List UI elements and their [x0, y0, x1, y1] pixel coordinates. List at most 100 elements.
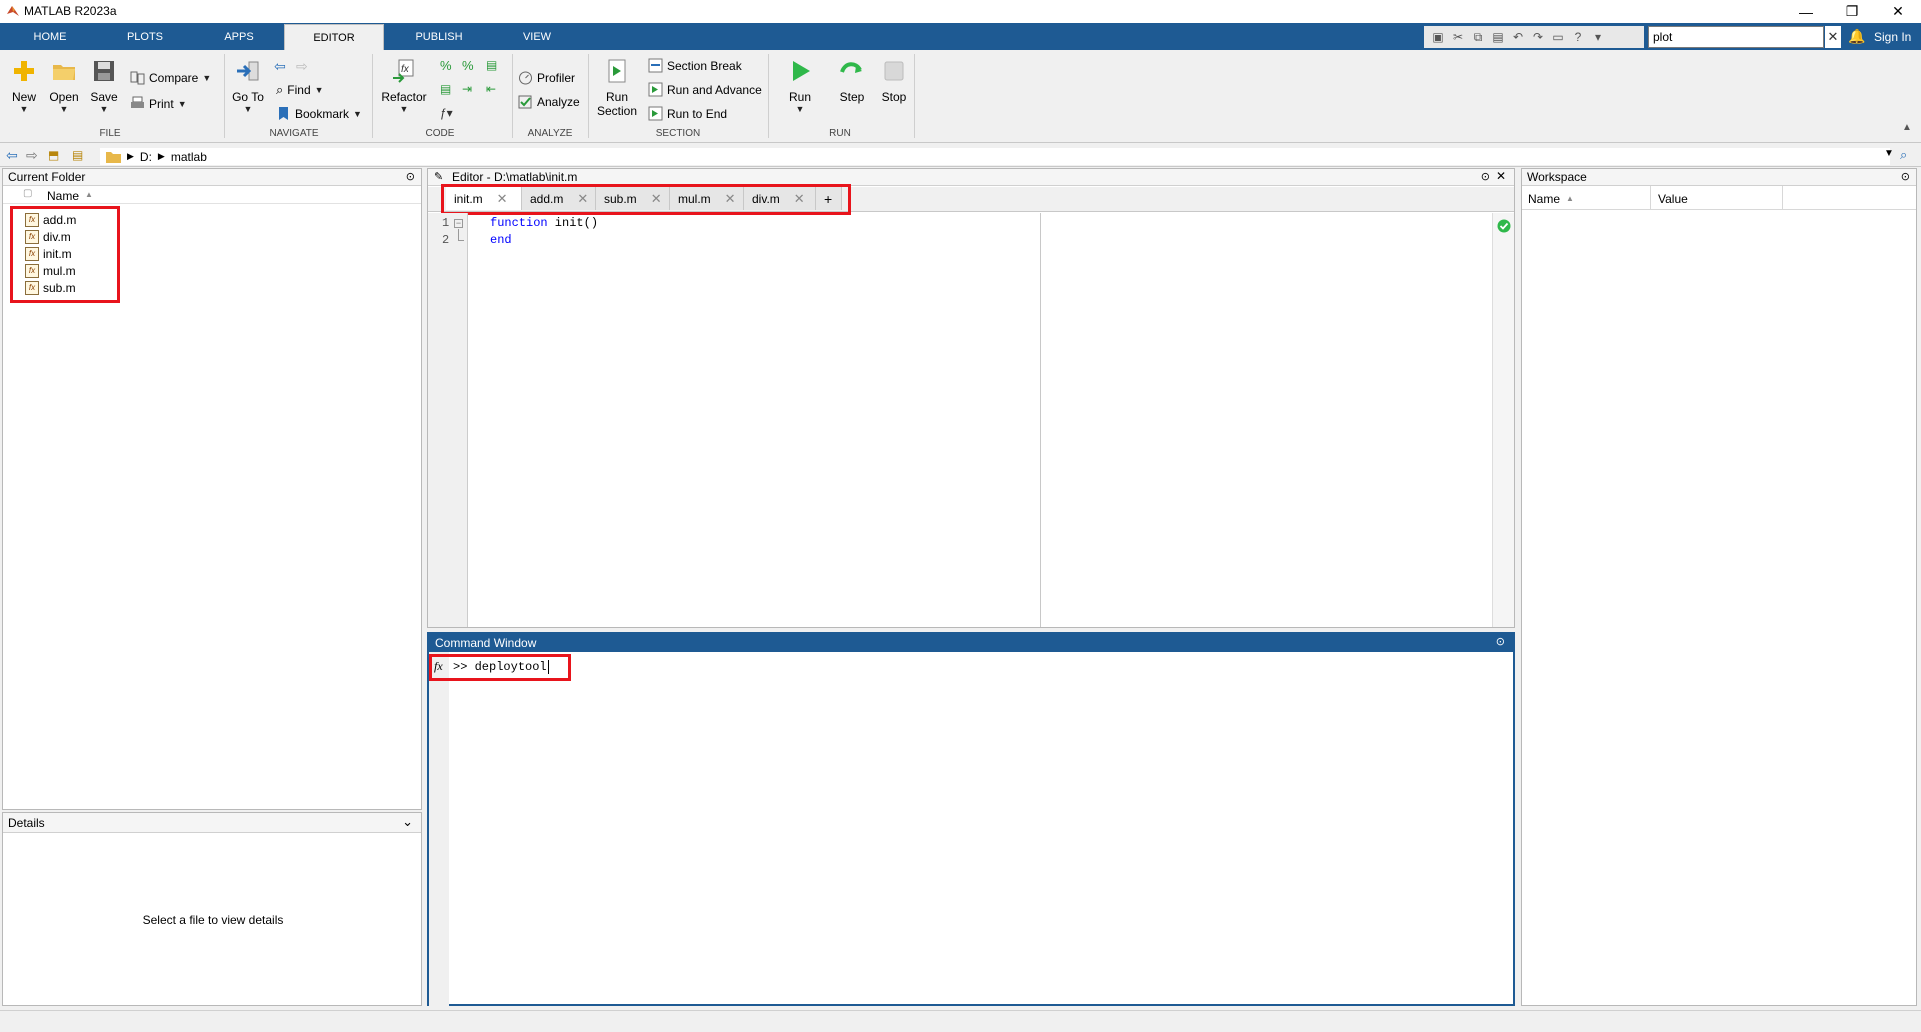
panel-menu-icon[interactable]: ⊙	[1901, 170, 1910, 183]
copy-icon[interactable]: ⧉	[1470, 29, 1486, 45]
tab-home[interactable]: HOME	[15, 23, 85, 50]
new-label: New	[11, 90, 36, 104]
refactor-button[interactable]: fx Refactor ▼	[378, 58, 430, 114]
save-icon[interactable]: ▣	[1430, 29, 1446, 45]
paste-icon[interactable]: ▤	[1490, 29, 1506, 45]
list-item[interactable]: fx init.m	[25, 245, 76, 262]
smart-indent-icon[interactable]: ▤	[440, 82, 451, 96]
path-drive[interactable]: D:	[140, 150, 152, 164]
step-button[interactable]: Step	[832, 58, 872, 104]
panel-header: Details ⌄	[3, 813, 421, 833]
chevron-down-icon: ▼	[314, 85, 324, 95]
code-text[interactable]: function init() end	[490, 215, 598, 249]
insert-function-icon[interactable]: ƒ▾	[440, 106, 453, 120]
panel-menu-icon[interactable]: ⊙	[1481, 170, 1490, 183]
search-input[interactable]	[1648, 26, 1824, 48]
go-to-button[interactable]: Go To ▼	[228, 58, 268, 114]
chevron-down-icon[interactable]: ▼	[1884, 148, 1894, 159]
run-and-advance-button[interactable]: Run and Advance	[648, 82, 762, 97]
list-item[interactable]: fx div.m	[25, 228, 76, 245]
wrap-comments-icon[interactable]: ▤	[486, 58, 497, 72]
up-folder-icon[interactable]: ⬒	[48, 148, 59, 162]
options-icon[interactable]: ▾	[1590, 29, 1606, 45]
help-icon[interactable]: ?	[1570, 29, 1586, 45]
section-label-section: SECTION	[655, 128, 701, 139]
comment-icon[interactable]: %	[440, 58, 452, 73]
restore-button[interactable]: ❐	[1829, 0, 1875, 23]
name-column-header[interactable]: Name	[1528, 192, 1560, 206]
browse-folder-icon[interactable]: ▤	[72, 148, 83, 162]
list-item[interactable]: fx add.m	[25, 211, 76, 228]
line-number: 2	[442, 233, 450, 247]
indent-icon[interactable]: ⇥	[462, 82, 472, 96]
chevron-down-icon: ▼	[399, 104, 409, 114]
panel-menu-icon[interactable]: ⊙	[1496, 635, 1505, 648]
open-button[interactable]: Open ▼	[46, 58, 82, 114]
path-folder[interactable]: matlab	[171, 150, 207, 164]
switch-windows-icon[interactable]: ▭	[1550, 29, 1566, 45]
outdent-icon[interactable]: ⇤	[486, 82, 496, 96]
forward-icon[interactable]: ⇨	[26, 147, 38, 164]
separator	[512, 54, 513, 138]
redo-icon[interactable]: ↷	[1530, 29, 1546, 45]
chevron-down-icon: ▼	[353, 108, 362, 119]
refactor-icon: fx	[393, 59, 414, 83]
back-arrow-icon[interactable]: ⇦	[274, 58, 286, 75]
collapse-toolstrip-icon[interactable]: ▲	[1902, 122, 1912, 133]
run-section-icon	[608, 59, 626, 83]
back-icon[interactable]: ⇦	[6, 147, 18, 164]
section-label-code: CODE	[425, 128, 455, 139]
print-label: Print	[149, 96, 174, 111]
forward-arrow-icon[interactable]: ⇨	[296, 58, 308, 75]
sign-in-link[interactable]: Sign In	[1874, 30, 1911, 44]
chevron-down-icon[interactable]: ⌄	[402, 814, 413, 830]
print-button[interactable]: Print ▼	[130, 96, 187, 111]
save-button[interactable]: Save ▼	[86, 58, 122, 114]
close-icon[interactable]: ✕	[1496, 169, 1506, 183]
separator	[372, 54, 373, 138]
printer-icon	[131, 96, 144, 108]
undo-icon[interactable]: ↶	[1510, 29, 1526, 45]
list-item[interactable]: fx sub.m	[25, 279, 76, 296]
uncomment-icon[interactable]: %	[462, 58, 474, 73]
search-icon[interactable]: ⌕	[1900, 147, 1907, 163]
search-clear-button[interactable]: ✕	[1825, 26, 1841, 48]
name-column-header[interactable]: Name	[47, 189, 79, 203]
section-break-button[interactable]: Section Break	[648, 58, 742, 73]
close-window-button[interactable]: ✕	[1875, 0, 1921, 23]
new-button[interactable]: New ▼	[6, 58, 42, 114]
tab-apps[interactable]: APPS	[204, 23, 274, 50]
value-column-header[interactable]: Value	[1658, 192, 1688, 206]
run-to-end-button[interactable]: Run to End	[648, 106, 727, 121]
run-button[interactable]: Run ▼	[780, 58, 820, 114]
stop-button[interactable]: Stop	[874, 58, 914, 104]
new-icon	[14, 61, 34, 81]
panel-menu-icon[interactable]: ⊙	[406, 170, 415, 183]
column-divider[interactable]	[1650, 186, 1651, 210]
find-button[interactable]: ⌕ Find ▼	[276, 82, 324, 98]
tab-editor[interactable]: EDITOR	[284, 24, 384, 50]
column-divider[interactable]	[1782, 186, 1783, 210]
tab-publish[interactable]: PUBLISH	[404, 23, 474, 50]
stop-label: Stop	[881, 90, 907, 104]
chevron-down-icon: ▼	[202, 72, 212, 83]
tab-view[interactable]: VIEW	[502, 23, 572, 50]
run-section-button[interactable]: Run Section	[594, 58, 640, 118]
profiler-button[interactable]: Profiler	[518, 70, 575, 85]
list-item[interactable]: fx mul.m	[25, 262, 76, 279]
bookmark-button[interactable]: Bookmark ▼	[276, 106, 362, 121]
analyze-button[interactable]: Analyze	[518, 94, 580, 109]
fold-icon[interactable]: −	[454, 219, 463, 228]
cut-icon[interactable]: ✂	[1450, 29, 1466, 45]
minimize-button[interactable]: —	[1783, 0, 1829, 23]
svg-text:fx: fx	[401, 64, 410, 75]
go-to-label: Go To	[232, 90, 264, 104]
m-file-icon: fx	[25, 263, 39, 278]
notification-bell-icon[interactable]: 🔔	[1848, 28, 1865, 45]
section-break-label: Section Break	[667, 58, 742, 73]
compare-button[interactable]: Compare ▼	[130, 70, 211, 85]
tab-plots[interactable]: PLOTS	[110, 23, 180, 50]
check-ok-icon[interactable]	[1497, 219, 1511, 233]
m-file-icon: fx	[25, 280, 39, 295]
address-path[interactable]: ▶ D: ▶ matlab	[100, 148, 1890, 165]
